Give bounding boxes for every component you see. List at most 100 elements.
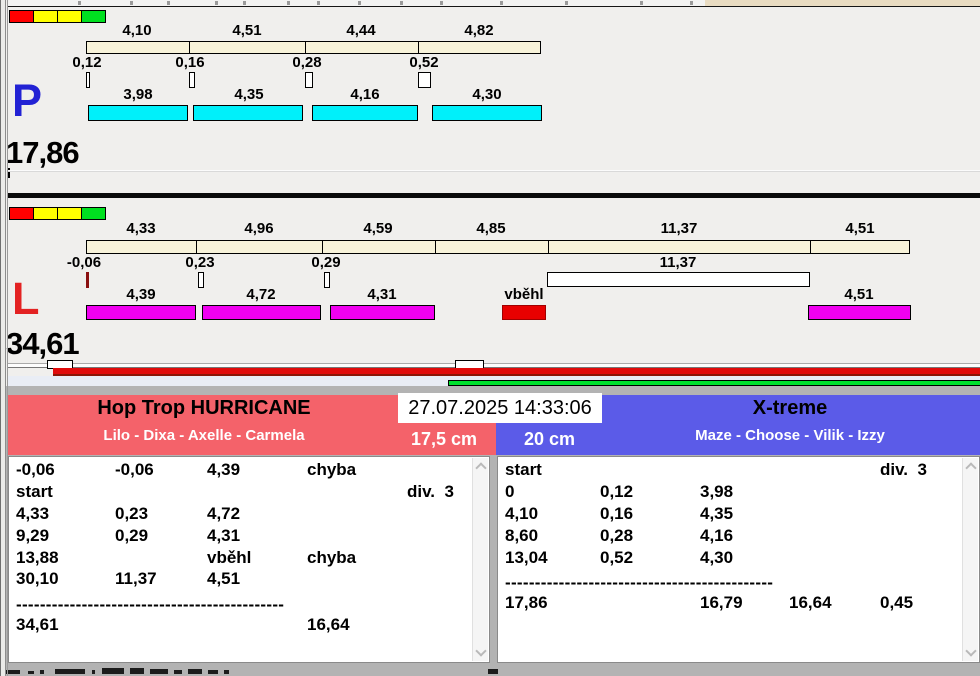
- traffic-light-yellow2: [57, 10, 82, 23]
- exchange-time-label: 0,23: [185, 254, 215, 271]
- split-bar-segment: [548, 240, 811, 254]
- gap-time-label: 11,37: [659, 254, 697, 271]
- gap-bar: [547, 272, 810, 287]
- dog-time-bar: [202, 305, 321, 320]
- exchange-tick: [305, 72, 313, 88]
- window-border-left-inner2: [7, 0, 8, 676]
- table-separator: ----------------------------------------…: [505, 573, 774, 592]
- dog-time-label: 4,31: [367, 286, 397, 303]
- progress-bar-red: [53, 368, 980, 376]
- exchange-tick: [198, 272, 204, 288]
- dog-time-bar: [193, 105, 303, 121]
- dog-time-bar: [312, 105, 418, 121]
- results-table-right[interactable]: start div. 3 0 0,12 3,98 4,10 0,16 4,35 8,60 0…: [497, 456, 980, 663]
- table-row: start div. 3: [505, 460, 927, 479]
- split-time-label: 4,10: [122, 22, 152, 39]
- dog-time-label: 4,30: [472, 86, 502, 103]
- dog-time-label: 3,98: [123, 86, 153, 103]
- exchange-tick: [418, 72, 431, 88]
- exchange-time-label: 0,28: [292, 54, 322, 71]
- dog-time-bar: [432, 105, 542, 121]
- dog-time-label: 4,72: [246, 286, 276, 303]
- lane-letter-l: L: [12, 273, 40, 324]
- table-row: 9,29 0,29 4,31: [16, 526, 241, 545]
- exchange-tick: [86, 72, 90, 88]
- exchange-time-label: -0,06: [66, 254, 102, 271]
- table-row: 4,10 0,16 4,35: [505, 504, 734, 523]
- dog-time-label: 4,51: [844, 286, 874, 303]
- table-row: 0 0,12 3,98: [505, 482, 734, 501]
- fault-bar: [502, 305, 546, 320]
- table-total-row: 34,61 16,64: [16, 615, 350, 634]
- lane-total-p: 17,86: [6, 135, 80, 170]
- lane-letter-p: P: [12, 75, 43, 126]
- traffic-light-green: [81, 10, 106, 23]
- table-row: 13,88 vběhl chyba: [16, 548, 357, 567]
- traffic-light-green: [81, 207, 106, 220]
- scroll-down-icon[interactable]: [965, 645, 977, 657]
- split-time-label: 4,96: [244, 220, 274, 237]
- exchange-tick: [324, 272, 330, 288]
- table-row: start div. 3: [16, 482, 454, 501]
- exchange-tick: [189, 72, 195, 88]
- lane-total-l: 34,61: [6, 326, 80, 361]
- split-bar-segment: [86, 240, 197, 254]
- traffic-lights-p: [9, 10, 106, 23]
- jump-height-left: 17,5 cm: [410, 429, 478, 449]
- lane-divider-bar: [8, 193, 980, 198]
- team-dogs-right: Maze - Choose - Vilik - Izzy: [695, 427, 885, 444]
- scrollbar-right-table[interactable]: [962, 458, 978, 661]
- split-time-label: 4,85: [476, 220, 506, 237]
- divider-line-light: [8, 170, 980, 172]
- results-area: Hop Trop HURRICANE Lilo - Dixa - Axelle …: [0, 386, 980, 676]
- dog-time-bar: [808, 305, 911, 320]
- split-bar-segment: [189, 41, 306, 54]
- table-row: 30,10 11,37 4,51: [16, 569, 241, 588]
- split-time-label: 4,59: [363, 220, 393, 237]
- table-row: 8,60 0,28 4,16: [505, 526, 734, 545]
- scroll-up-icon[interactable]: [475, 462, 487, 474]
- split-time-label: 4,44: [346, 22, 376, 39]
- results-table-left[interactable]: -0,06 -0,06 4,39 chyba start div. 3 4,33 0,23…: [8, 456, 490, 663]
- split-bar-segment: [418, 41, 541, 54]
- split-time-label: 4,51: [232, 22, 262, 39]
- exchange-time-label: 0,29: [311, 254, 341, 271]
- clock-display: 27.07.2025 14:33:06: [398, 393, 602, 423]
- traffic-light-yellow1: [33, 207, 58, 220]
- traffic-light-red: [9, 207, 34, 220]
- traffic-light-red: [9, 10, 34, 23]
- exchange-time-label: 0,52: [409, 54, 439, 71]
- split-time-label: 11,37: [660, 220, 698, 237]
- team-dogs-left: Lilo - Dixa - Axelle - Carmela: [103, 427, 305, 444]
- dog-time-bar: [86, 305, 196, 320]
- dog-time-bar: [330, 305, 435, 320]
- split-bar-segment: [435, 240, 549, 254]
- table-separator: ----------------------------------------…: [16, 595, 285, 614]
- dog-time-bar: [88, 105, 188, 121]
- flyball-timing-window: 4,10 4,51 4,44 4,82 0,12 0,16 0,28 0,52 …: [0, 0, 980, 676]
- jump-height-right: 20 cm: [523, 429, 576, 449]
- traffic-lights-l: [9, 207, 106, 220]
- traffic-light-yellow2: [57, 207, 82, 220]
- split-bar-segment: [196, 240, 323, 254]
- top-hairline: [8, 6, 980, 7]
- dog-time-label: 4,39: [126, 286, 156, 303]
- window-border-left-inner: [5, 0, 6, 676]
- fault-label: vběhl: [504, 286, 544, 303]
- table-row: 13,04 0,52 4,30: [505, 548, 734, 567]
- team-name-right: X-treme: [752, 397, 828, 419]
- scroll-up-icon[interactable]: [965, 462, 977, 474]
- split-time-label: 4,82: [464, 22, 494, 39]
- table-total-row: 17,86 16,79 16,64 0,45: [505, 593, 914, 612]
- split-bar-segment: [322, 240, 436, 254]
- split-bar-segment: [810, 240, 910, 254]
- exchange-time-label: 0,12: [72, 54, 102, 71]
- split-time-label: 4,33: [126, 220, 156, 237]
- dog-time-label: 4,35: [234, 86, 264, 103]
- exchange-time-label: 0,16: [175, 54, 205, 71]
- exchange-tick-negative: [86, 272, 89, 288]
- table-row: 4,33 0,23 4,72: [16, 504, 241, 523]
- table-row: -0,06 -0,06 4,39 chyba: [16, 460, 357, 479]
- scroll-down-icon[interactable]: [475, 645, 487, 657]
- scrollbar-left-table[interactable]: [472, 458, 488, 661]
